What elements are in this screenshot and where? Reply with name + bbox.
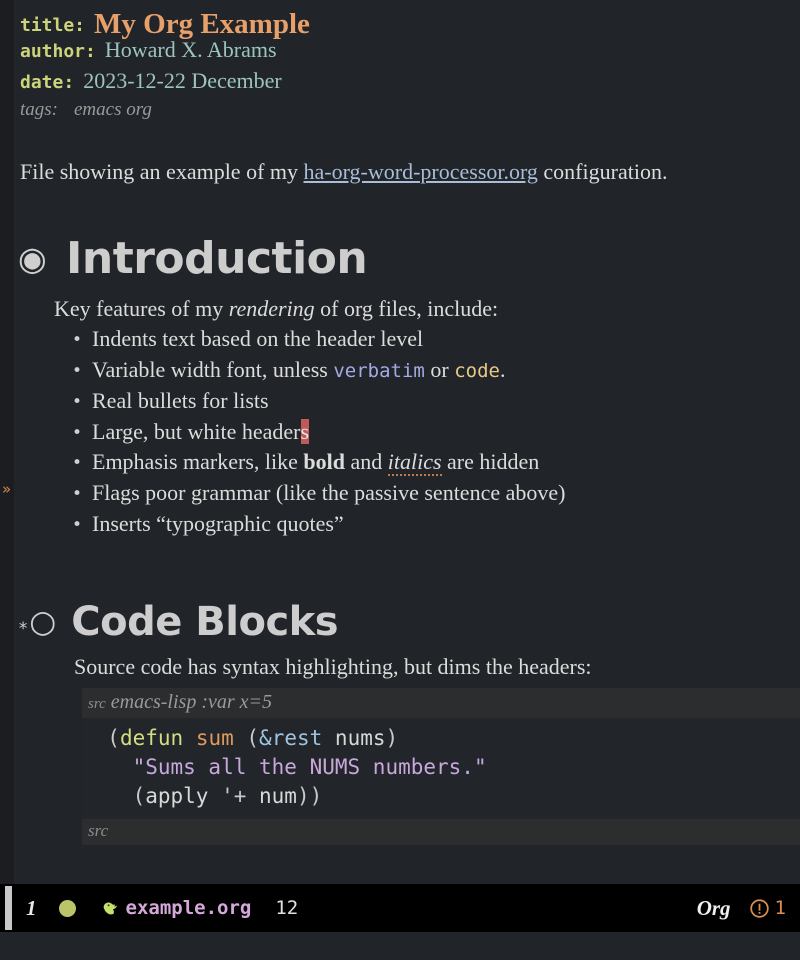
code-token: ) (385, 726, 399, 751)
list-item-text: Inserts “typographic quotes” (92, 510, 344, 536)
warning-circle-icon[interactable] (749, 898, 770, 919)
code-token: '+ (208, 784, 260, 809)
heading-introduction[interactable]: ◉ Introduction (14, 229, 800, 287)
code-line: (apply '+ num)) (82, 782, 800, 811)
feature-list: Indents text based on the header level V… (54, 324, 800, 540)
heading-introduction-label: Introduction (66, 232, 368, 284)
intro-text-before: File showing an example of my (20, 159, 304, 184)
olive-status-dot-icon[interactable] (58, 899, 76, 917)
text-cursor: s (300, 418, 310, 444)
org-file-link[interactable]: ha-org-word-processor.org (304, 159, 538, 184)
intro-lead-line: Key features of my rendering of org file… (54, 293, 800, 324)
buffer-name[interactable]: example.org (126, 897, 252, 919)
open-circle-bullet-icon: ○ (29, 603, 57, 640)
keyword-label-author: author: (20, 41, 96, 62)
document-date: 2023-12-22 December (83, 68, 282, 93)
modeline-right-group: Org 1 (697, 896, 786, 921)
lead-emphasis: rendering (228, 296, 315, 321)
list-item: Variable width font, unless verbatim or … (72, 355, 800, 387)
list-item-text-end: are hidden (441, 449, 540, 475)
list-item: Inserts “typographic quotes” (72, 509, 800, 540)
keyword-label-tags: tags: (20, 99, 58, 120)
src-block-end-line: src (82, 819, 800, 846)
code-token-defun: defun (119, 726, 184, 751)
code-token: ( (82, 784, 146, 809)
keyword-label-title: title: (20, 15, 86, 36)
minibuffer[interactable] (0, 932, 800, 960)
src-block-begin-line: src emacs-lisp :var x=5 (82, 688, 800, 719)
emacs-frame: » title: My Org Example author: Howard X… (0, 0, 800, 960)
warning-count: 1 (774, 897, 786, 919)
src-block-code[interactable]: (defun sum (&rest nums) "Sums all the NU… (82, 718, 800, 820)
lead-after-em: of org files, include: (314, 296, 499, 321)
list-item-text: Large, but white header (92, 418, 301, 444)
heading-code-blocks-label: Code Blocks (71, 599, 339, 646)
code-token-docstring: "Sums all the NUMS numbers." (132, 755, 487, 780)
org-keyword-author: author: Howard X. Abrams (14, 37, 800, 68)
code-blocks-lead-line: Source code has syntax highlighting, but… (74, 654, 592, 680)
code-token-function-name: sum (195, 726, 234, 751)
modeline-left-edge-bar (5, 886, 12, 930)
major-mode-label[interactable]: Org (697, 896, 731, 921)
code-line: (defun sum (&rest nums) (82, 724, 800, 753)
code-token-variable: apply (145, 784, 209, 809)
window-number: 1 (26, 895, 37, 920)
code-token-variable: num (259, 784, 297, 809)
src-begin-args: emacs-lisp :var x=5 (110, 691, 273, 714)
section-code-blocks-body: Source code has syntax highlighting, but… (14, 649, 800, 846)
code-token-variable: nums (334, 726, 386, 751)
circled-dot-bullet-icon: ◉ (18, 238, 47, 278)
list-item: Real bullets for lists (72, 386, 800, 417)
src-begin-keyword: src (88, 696, 106, 713)
intro-text-after: configuration. (537, 159, 668, 184)
org-src-block[interactable]: src emacs-lisp :var x=5 (defun sum (&res… (82, 688, 800, 846)
lead-before-em: Key features of my (54, 296, 229, 321)
intro-paragraph: File showing an example of my ha-org-wor… (14, 130, 800, 185)
code-token: ( (82, 726, 120, 751)
org-buffer[interactable]: title: My Org Example author: Howard X. … (14, 0, 800, 884)
italic-text-grammar-flagged: italics (387, 449, 442, 477)
org-keyword-tags: tags: emacs org (14, 99, 800, 130)
src-end-keyword: src (88, 821, 109, 841)
heading-code-blocks[interactable]: * ○ Code Blocks (14, 595, 800, 649)
list-item-text: Indents text based on the header level (92, 326, 424, 351)
list-item-text: Real bullets for lists (92, 388, 269, 414)
column-number: 12 (275, 897, 299, 919)
list-item-text-end: . (499, 356, 506, 382)
modeline-left-group: 1 example.org 12 (12, 896, 697, 921)
list-item: Flags poor grammar (like the passive sen… (72, 478, 800, 509)
verbatim-text: verbatim (333, 359, 425, 382)
list-item-text-mid: or (424, 356, 455, 382)
section-introduction-body: Key features of my rendering of org file… (14, 287, 800, 540)
modeline: 1 example.org 12 Org 1 (0, 884, 800, 932)
code-token: )) (296, 784, 323, 809)
left-fringe: » (0, 0, 14, 884)
org-keyword-title: title: My Org Example (14, 6, 800, 40)
list-item-text: Emphasis markers, like (92, 449, 304, 475)
list-item-text: Variable width font, unless (92, 356, 334, 382)
code-token-keyword: &rest (259, 726, 323, 751)
heading-stars: * (18, 618, 29, 639)
list-item-text-mid: and (345, 449, 388, 475)
org-keyword-date: date: 2023-12-22 December (14, 68, 800, 99)
keyword-label-date: date: (20, 72, 75, 93)
gnu-emacs-icon (100, 896, 124, 920)
list-item: Indents text based on the header level (72, 324, 800, 355)
code-line: "Sums all the NUMS numbers." (82, 753, 800, 782)
org-keyword-block: title: My Org Example author: Howard X. … (14, 0, 800, 130)
code-token: ( (233, 726, 260, 751)
list-item: Emphasis markers, like bold and italics … (72, 447, 800, 478)
bold-text: bold (303, 449, 345, 475)
document-tags: emacs org (74, 99, 152, 120)
code-text: code (454, 359, 500, 382)
document-title: My Org Example (94, 8, 310, 40)
list-item-text: Flags poor grammar (like the passive sen… (92, 479, 566, 505)
list-item: Large, but white headers (72, 417, 800, 448)
